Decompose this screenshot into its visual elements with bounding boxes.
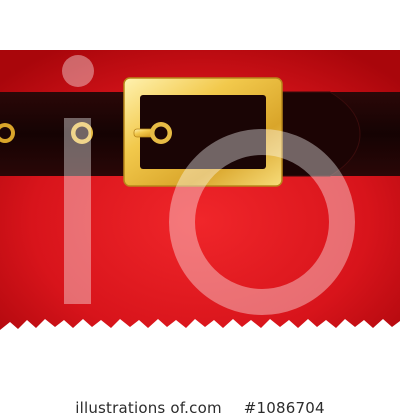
image-caption: illustrations of.com #1086704 <box>0 396 400 420</box>
caption-image-number: #1086704 <box>243 399 325 417</box>
caption-site: illustrations of.com <box>75 399 222 417</box>
illustration-canvas <box>0 50 400 396</box>
white-fur-trim <box>0 319 400 396</box>
